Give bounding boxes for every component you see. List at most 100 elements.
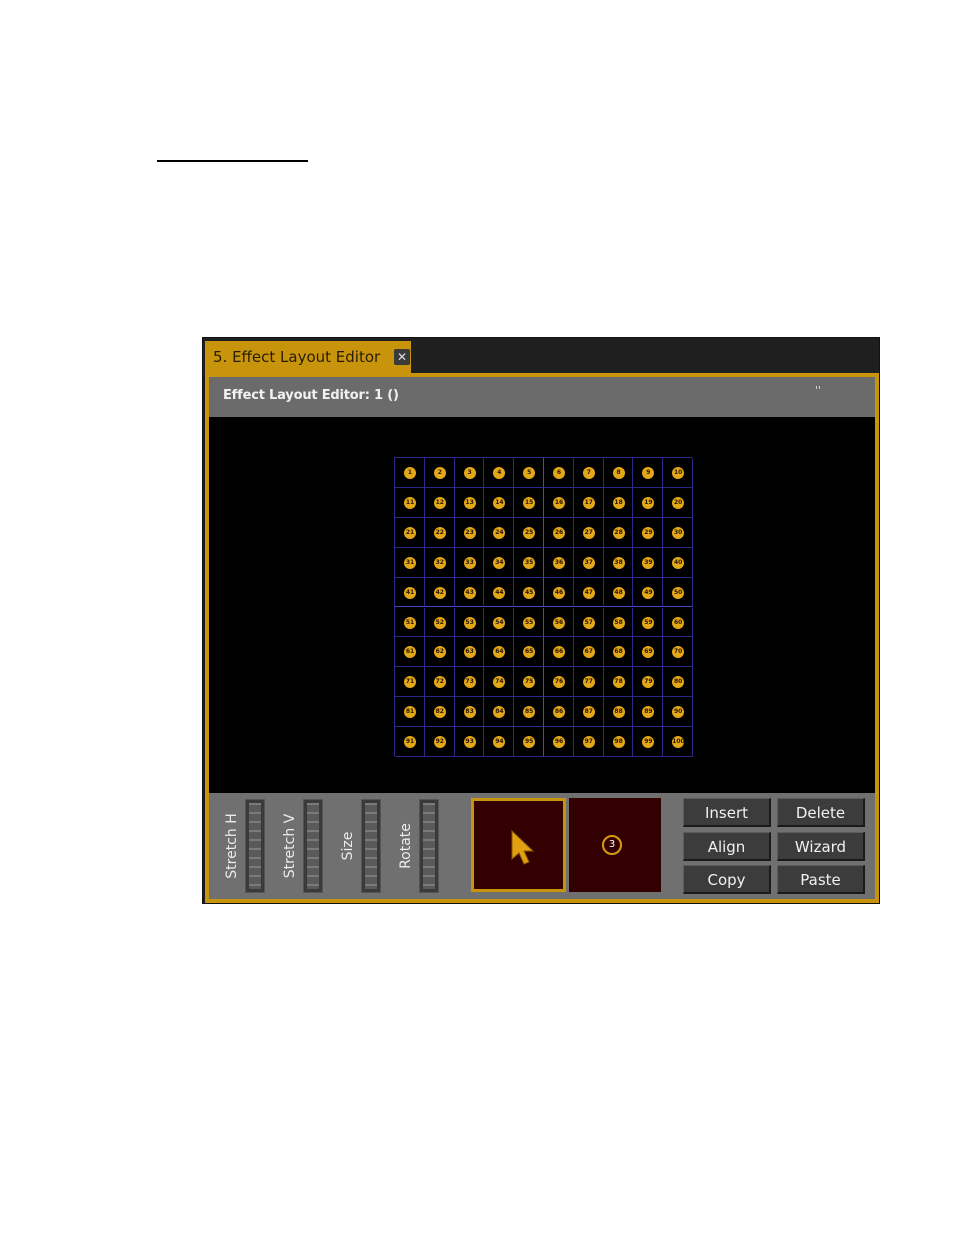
grid-cell[interactable]: 61 — [395, 637, 425, 668]
grid-cell[interactable]: 50 — [663, 577, 693, 608]
grid-cell[interactable]: 29 — [633, 517, 664, 548]
fixture-marker[interactable]: 99 — [642, 736, 655, 749]
fixture-marker[interactable]: 54 — [493, 616, 506, 629]
fixture-marker[interactable]: 27 — [582, 526, 595, 539]
fixture-marker[interactable]: 47 — [582, 586, 595, 599]
grid-cell[interactable]: 21 — [395, 517, 425, 548]
fixture-marker[interactable]: 82 — [433, 706, 446, 719]
grid-cell[interactable]: 24 — [484, 517, 515, 548]
insert-button[interactable]: Insert — [683, 798, 771, 827]
fixture-marker[interactable]: 29 — [642, 526, 655, 539]
grid-cell[interactable]: 58 — [603, 607, 634, 638]
grid-cell[interactable]: 55 — [514, 607, 544, 638]
grid-cell[interactable]: 92 — [424, 727, 455, 757]
fixture-grid[interactable]: 1 2 3 4 5 6 7 8 9 10 11 12 13 14 15 16 17 18 19 20 21 22 23 24 2… — [394, 457, 693, 757]
grid-cell[interactable]: 39 — [633, 547, 664, 578]
grid-cell[interactable]: 77 — [573, 667, 604, 698]
grid-cell[interactable]: 79 — [633, 667, 664, 698]
grid-cell[interactable]: 4 — [484, 458, 515, 488]
grid-cell[interactable]: 23 — [454, 517, 485, 548]
fixture-marker[interactable]: 48 — [612, 586, 625, 599]
fixture-marker[interactable]: 46 — [553, 586, 565, 599]
grid-cell[interactable]: 25 — [514, 517, 544, 548]
fixture-marker[interactable]: 79 — [642, 676, 655, 689]
grid-cell[interactable]: 78 — [603, 667, 634, 698]
rotate-encoder[interactable] — [419, 799, 439, 893]
fixture-marker[interactable]: 12 — [433, 496, 446, 509]
grid-cell[interactable]: 34 — [484, 547, 515, 578]
fixture-marker[interactable]: 13 — [463, 496, 476, 509]
grid-cell[interactable]: 83 — [454, 697, 485, 728]
grid-cell[interactable]: 96 — [544, 727, 574, 757]
grid-cell[interactable]: 76 — [544, 667, 574, 698]
grid-cell[interactable]: 67 — [573, 637, 604, 668]
grid-cell[interactable]: 70 — [663, 637, 693, 668]
fixture-marker[interactable]: 68 — [612, 646, 625, 659]
fixture-marker[interactable]: 2 — [433, 467, 446, 479]
fixture-marker[interactable]: 26 — [553, 526, 565, 539]
grid-cell[interactable]: 89 — [633, 697, 664, 728]
fixture-marker[interactable]: 85 — [523, 706, 536, 719]
grid-cell[interactable]: 56 — [544, 607, 574, 638]
grid-cell[interactable]: 74 — [484, 667, 515, 698]
fixture-marker[interactable]: 95 — [523, 736, 536, 749]
grid-cell[interactable]: 12 — [424, 487, 455, 518]
copy-button[interactable]: Copy — [683, 865, 771, 894]
grid-cell[interactable]: 86 — [544, 697, 574, 728]
fixture-marker[interactable]: 51 — [404, 616, 416, 629]
fixture-marker[interactable]: 98 — [612, 736, 625, 749]
grid-cell[interactable]: 35 — [514, 547, 544, 578]
grid-cell[interactable]: 84 — [484, 697, 515, 728]
fixture-marker[interactable]: 86 — [553, 706, 565, 719]
fixture-marker[interactable]: 59 — [642, 616, 655, 629]
size-encoder[interactable] — [361, 799, 381, 893]
grid-cell[interactable]: 19 — [633, 487, 664, 518]
fixture-marker[interactable]: 40 — [672, 556, 685, 569]
fixture-marker[interactable]: 7 — [582, 467, 595, 479]
grid-cell[interactable]: 91 — [395, 727, 425, 757]
align-button[interactable]: Align — [683, 832, 771, 861]
grid-cell[interactable]: 94 — [484, 727, 515, 757]
fixture-marker[interactable]: 35 — [523, 556, 536, 569]
fixture-marker[interactable]: 62 — [433, 646, 446, 659]
fixture-marker[interactable]: 74 — [493, 676, 506, 689]
close-icon[interactable]: ✕ — [394, 349, 410, 365]
wizard-button[interactable]: Wizard — [777, 832, 865, 861]
fixture-marker[interactable]: 60 — [672, 616, 685, 629]
fixture-marker[interactable]: 76 — [553, 676, 565, 689]
fixture-marker[interactable]: 36 — [553, 556, 565, 569]
fixture-marker[interactable]: 80 — [672, 676, 685, 689]
grid-cell[interactable]: 60 — [663, 607, 693, 638]
fixture-marker[interactable]: 88 — [612, 706, 625, 719]
fixture-marker[interactable]: 24 — [493, 526, 506, 539]
grid-cell[interactable]: 18 — [603, 487, 634, 518]
fixture-marker[interactable]: 4 — [493, 467, 506, 479]
fixture-marker[interactable]: 34 — [493, 556, 506, 569]
grid-cell[interactable]: 73 — [454, 667, 485, 698]
fixture-marker[interactable]: 92 — [433, 736, 446, 749]
grid-cell[interactable]: 5 — [514, 458, 544, 488]
select-mode-button[interactable] — [471, 798, 566, 892]
fixture-marker[interactable]: 25 — [523, 526, 536, 539]
grid-cell[interactable]: 45 — [514, 577, 544, 608]
fixture-marker[interactable]: 77 — [582, 676, 595, 689]
grid-cell[interactable]: 68 — [603, 637, 634, 668]
fixture-marker[interactable]: 37 — [582, 556, 595, 569]
grid-cell[interactable]: 75 — [514, 667, 544, 698]
grid-cell[interactable]: 22 — [424, 517, 455, 548]
fixture-marker[interactable]: 44 — [493, 586, 506, 599]
fixture-marker[interactable]: 83 — [463, 706, 476, 719]
grid-cell[interactable]: 7 — [573, 458, 604, 488]
fixture-marker[interactable]: 72 — [433, 676, 446, 689]
grid-cell[interactable]: 90 — [663, 697, 693, 728]
grid-cell[interactable]: 95 — [514, 727, 544, 757]
fixture-marker[interactable]: 100 — [672, 736, 685, 749]
fixture-marker[interactable]: 52 — [433, 616, 446, 629]
grid-cell[interactable]: 97 — [573, 727, 604, 757]
grid-cell[interactable]: 37 — [573, 547, 604, 578]
fixture-marker[interactable]: 97 — [582, 736, 595, 749]
fixture-marker[interactable]: 16 — [553, 496, 565, 509]
fixture-marker[interactable]: 14 — [493, 496, 506, 509]
fixture-marker[interactable]: 32 — [433, 556, 446, 569]
fixture-marker[interactable]: 87 — [582, 706, 595, 719]
